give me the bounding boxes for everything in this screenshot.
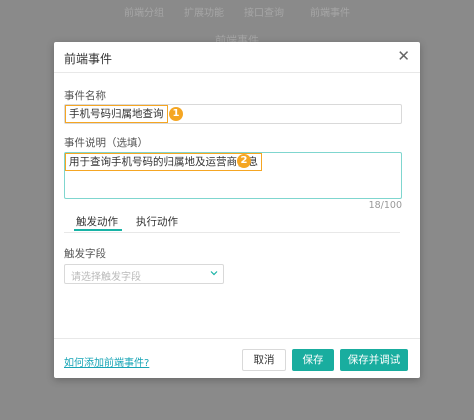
- tab-trigger-action[interactable]: 触发动作: [76, 214, 118, 229]
- dialog-title: 前端事件: [64, 52, 113, 66]
- action-tabs: 触发动作 执行动作: [64, 210, 400, 233]
- background-tab: 接口查询: [244, 8, 284, 19]
- tab-execute-action[interactable]: 执行动作: [136, 214, 178, 229]
- event-description-label: 事件说明（选填）: [64, 137, 148, 149]
- event-name-value: 手机号码归属地查询: [65, 105, 168, 123]
- close-icon[interactable]: ✕: [397, 48, 410, 64]
- event-name-label: 事件名称: [64, 90, 106, 102]
- save-and-debug-button[interactable]: 保存并调试: [340, 349, 408, 371]
- background-tab: 前端分组: [124, 8, 164, 19]
- background-tab: 前端事件: [310, 8, 350, 19]
- trigger-field-select[interactable]: 请选择触发字段: [64, 264, 224, 284]
- annotation-badge-2: 2: [237, 154, 251, 168]
- dialog-footer: 如何添加前端事件? 取消 保存 保存并调试: [54, 338, 420, 379]
- front-end-event-dialog: 前端事件 ✕ 事件名称 手机号码归属地查询 1 事件说明（选填） 用于查询手机号…: [54, 42, 420, 378]
- chevron-down-icon: [210, 271, 218, 276]
- dialog-header: 前端事件 ✕: [54, 42, 420, 73]
- trigger-field-placeholder: 请选择触发字段: [71, 272, 141, 283]
- background-tab: 扩展功能: [184, 8, 224, 19]
- active-tab-indicator: [74, 229, 122, 231]
- annotation-badge-1: 1: [169, 107, 183, 121]
- save-button[interactable]: 保存: [292, 349, 334, 371]
- event-description-value: 用于查询手机号码的归属地及运营商信息: [65, 153, 262, 171]
- background-tab-bar: 前端分组 扩展功能 接口查询 前端事件: [0, 4, 474, 24]
- trigger-field-label: 触发字段: [64, 248, 106, 260]
- cancel-button[interactable]: 取消: [242, 349, 286, 371]
- help-link[interactable]: 如何添加前端事件?: [64, 354, 149, 369]
